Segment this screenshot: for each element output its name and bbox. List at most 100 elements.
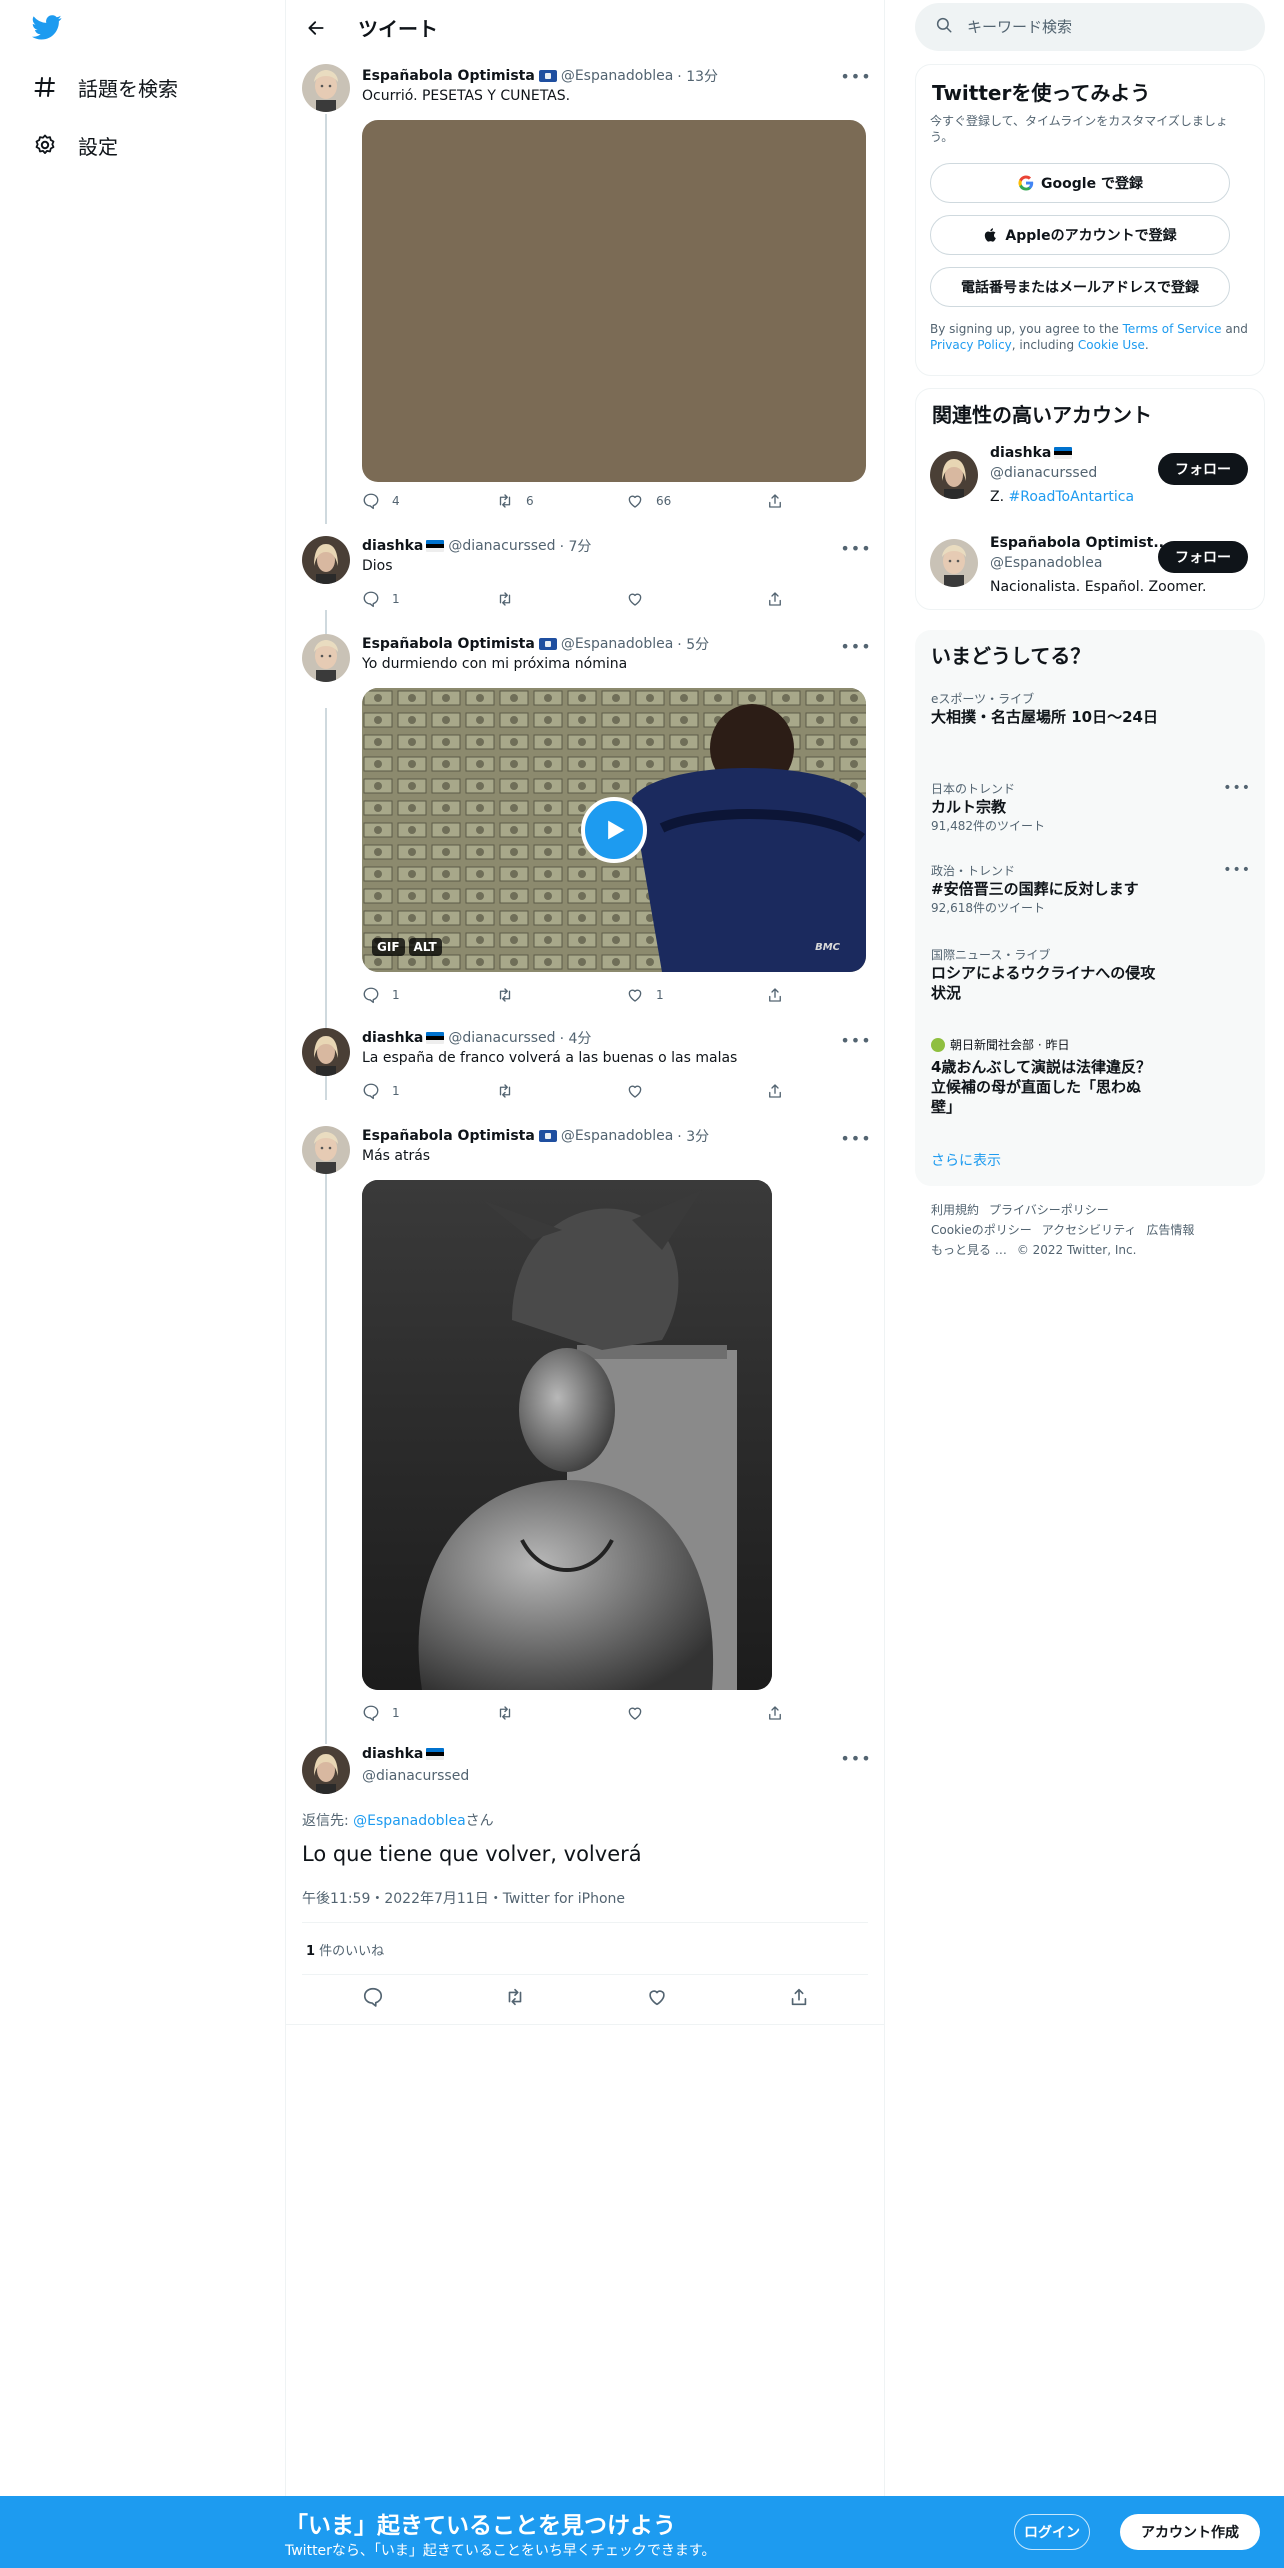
more-icon[interactable]: ••• bbox=[840, 634, 870, 658]
avatar[interactable] bbox=[302, 1028, 350, 1076]
retweet-button[interactable]: 6 bbox=[496, 492, 534, 510]
avatar[interactable] bbox=[302, 1746, 350, 1794]
retweet-button[interactable] bbox=[496, 590, 526, 608]
google-signup-button[interactable]: Google で登録 bbox=[930, 163, 1230, 203]
author-name[interactable]: Españabola Optimista bbox=[362, 68, 535, 84]
more-icon[interactable]: ••• bbox=[840, 1028, 870, 1052]
share-button[interactable] bbox=[766, 590, 796, 608]
avatar[interactable] bbox=[302, 634, 350, 682]
flag-icon bbox=[538, 1130, 557, 1142]
account-item[interactable]: Españabola Optimist... @Espanadoblea Nac… bbox=[916, 535, 1264, 605]
author-name[interactable]: Españabola Optimista bbox=[362, 636, 535, 652]
more-icon[interactable]: ••• bbox=[840, 1746, 870, 1770]
alt-badge[interactable]: ALT bbox=[408, 938, 442, 956]
account-bio: Nacionalista. Español. Zoomer. bbox=[990, 579, 1207, 595]
terms-link[interactable]: Terms of Service bbox=[1123, 322, 1222, 336]
trend-item[interactable]: 朝日新聞社会部 · 昨日 4歳おんぶして演説は法律違反？ 立候補の母が直面した「… bbox=[931, 1036, 1161, 1117]
search-box[interactable] bbox=[915, 3, 1265, 51]
hashtag-link[interactable]: #RoadToAntartica bbox=[1009, 489, 1135, 505]
privacy-link[interactable]: Privacy Policy bbox=[930, 338, 1012, 352]
more-icon[interactable]: ••• bbox=[840, 1126, 870, 1150]
trend-source: 朝日新聞社会部 · 昨日 bbox=[931, 1036, 1161, 1053]
more-icon[interactable]: ••• bbox=[840, 64, 870, 88]
trend-item[interactable]: eスポーツ・ライブ 大相撲・名古屋場所 10日〜24日 bbox=[931, 690, 1251, 727]
avatar[interactable] bbox=[302, 1126, 350, 1174]
follow-button[interactable]: フォロー bbox=[1158, 541, 1248, 573]
author-handle[interactable]: @dianacurssed bbox=[448, 538, 555, 554]
likes-summary[interactable]: 1 件のいいね bbox=[306, 1940, 384, 1959]
footer-link[interactable]: アクセシビリティ bbox=[1042, 1223, 1137, 1237]
tweet-time[interactable]: · 3分 bbox=[677, 1126, 709, 1146]
tweet-meta[interactable]: 午後11:59・2022年7月11日・Twitter for iPhone bbox=[302, 1888, 625, 1908]
tweet-time[interactable]: · 13分 bbox=[677, 66, 718, 86]
retweet-button[interactable] bbox=[496, 986, 526, 1004]
more-icon[interactable]: ••• bbox=[840, 536, 870, 560]
more-icon[interactable]: ••• bbox=[1223, 780, 1251, 796]
retweet-button[interactable] bbox=[504, 1986, 538, 2008]
reply-button[interactable] bbox=[362, 1986, 396, 2008]
phone-signup-button[interactable]: 電話番号またはメールアドレスで登録 bbox=[930, 267, 1230, 307]
trend-item[interactable]: 日本のトレンド カルト宗教 91,482件のツイート bbox=[931, 780, 1251, 834]
tweet-image[interactable] bbox=[362, 120, 866, 482]
share-button[interactable] bbox=[766, 1704, 796, 1722]
author-handle[interactable]: @Espanadoblea bbox=[561, 68, 673, 84]
account-bio: Z. #RoadToAntartica bbox=[990, 489, 1134, 505]
show-more-link[interactable]: さらに表示 bbox=[931, 1150, 1001, 1170]
login-button[interactable]: ログイン bbox=[1014, 2514, 1090, 2550]
reply-to-link[interactable]: @Espanadoblea bbox=[353, 1813, 465, 1829]
reply-button[interactable]: 1 bbox=[362, 1704, 400, 1722]
share-button[interactable] bbox=[788, 1986, 822, 2008]
author-handle[interactable]: @dianacurssed bbox=[448, 1030, 555, 1046]
avatar[interactable] bbox=[302, 536, 350, 584]
footer-link[interactable]: 利用規約 bbox=[931, 1203, 979, 1217]
apple-signup-button[interactable]: Appleのアカウントで登録 bbox=[930, 215, 1230, 255]
retweet-button[interactable] bbox=[496, 1704, 526, 1722]
play-icon[interactable] bbox=[581, 797, 647, 863]
author-name[interactable]: diashka bbox=[362, 538, 423, 554]
create-account-button[interactable]: アカウント作成 bbox=[1120, 2514, 1260, 2550]
search-input[interactable] bbox=[967, 18, 1237, 36]
reply-button[interactable]: 4 bbox=[362, 492, 400, 510]
like-button[interactable] bbox=[626, 1082, 656, 1100]
more-icon[interactable]: ••• bbox=[1223, 862, 1251, 878]
account-item[interactable]: diashka @dianacurssed Z. #RoadToAntartic… bbox=[916, 445, 1264, 527]
twitter-bird-icon[interactable] bbox=[30, 12, 70, 46]
focused-author[interactable]: diashka bbox=[362, 1746, 445, 1762]
tweet-time[interactable]: · 4分 bbox=[560, 1028, 592, 1048]
tweet-gif[interactable]: GIF ALT BMC bbox=[362, 688, 866, 972]
retweet-button[interactable] bbox=[496, 1082, 526, 1100]
author-handle[interactable]: @Espanadoblea bbox=[561, 636, 673, 652]
share-button[interactable] bbox=[766, 492, 796, 510]
author-name[interactable]: Españabola Optimista bbox=[362, 1128, 535, 1144]
trend-item[interactable]: 国際ニュース・ライブ ロシアによるウクライナへの侵攻状況 bbox=[931, 946, 1161, 1003]
trend-item[interactable]: 政治・トレンド #安倍晋三の国葬に反対します 92,618件のツイート bbox=[931, 862, 1251, 916]
follow-button[interactable]: フォロー bbox=[1158, 453, 1248, 485]
reply-button[interactable]: 1 bbox=[362, 1082, 400, 1100]
footer-link[interactable]: 広告情報 bbox=[1146, 1223, 1194, 1237]
nav-settings[interactable]: 設定 bbox=[30, 120, 118, 170]
footer-link[interactable]: プライバシーポリシー bbox=[989, 1203, 1109, 1217]
like-button[interactable] bbox=[626, 590, 656, 608]
nav-explore[interactable]: 話題を検索 bbox=[30, 62, 178, 112]
share-button[interactable] bbox=[766, 1082, 796, 1100]
like-button[interactable]: 1 bbox=[626, 986, 664, 1004]
tweet-time[interactable]: · 5分 bbox=[677, 634, 709, 654]
reply-button[interactable]: 1 bbox=[362, 590, 400, 608]
author-handle[interactable]: @Espanadoblea bbox=[561, 1128, 673, 1144]
tweet-actions: 1 1 bbox=[362, 986, 802, 1006]
tweet-time[interactable]: · 7分 bbox=[560, 536, 592, 556]
arrow-left-icon[interactable] bbox=[300, 12, 332, 44]
avatar[interactable] bbox=[302, 64, 350, 112]
tweet-image[interactable] bbox=[362, 1180, 772, 1690]
like-button[interactable] bbox=[646, 1986, 680, 2008]
footer-link[interactable]: Cookieのポリシー bbox=[931, 1223, 1032, 1237]
cookie-link[interactable]: Cookie Use bbox=[1078, 338, 1145, 352]
like-button[interactable] bbox=[626, 1704, 656, 1722]
tweet-header: Españabola Optimista @Espanadoblea · 5分 bbox=[362, 634, 709, 654]
author-handle[interactable]: @dianacurssed bbox=[362, 1768, 469, 1784]
footer-more[interactable]: もっと見る … bbox=[931, 1243, 1007, 1257]
share-button[interactable] bbox=[766, 986, 796, 1004]
like-button[interactable]: 66 bbox=[626, 492, 671, 510]
reply-button[interactable]: 1 bbox=[362, 986, 400, 1004]
author-name[interactable]: diashka bbox=[362, 1030, 423, 1046]
